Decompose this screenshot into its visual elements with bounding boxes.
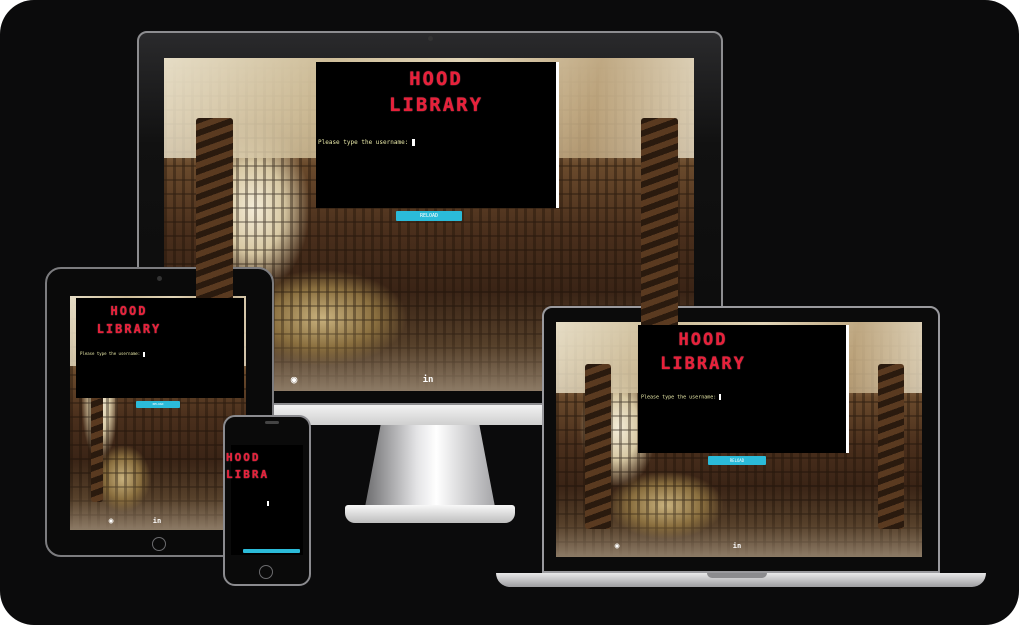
reload-button[interactable]	[243, 549, 300, 553]
phone-home-button	[259, 565, 273, 579]
logo-line-2: LIBRARY	[660, 353, 746, 374]
tablet-home-button	[152, 537, 166, 551]
logo-line-1: HOOD	[110, 304, 148, 318]
tablet-prompt[interactable]: Please type the username:	[80, 351, 145, 357]
mockup-stage: HOOD LIBRARY Please type the username: R…	[0, 0, 1019, 625]
linkedin-icon[interactable]: in	[152, 516, 162, 526]
text-cursor	[142, 351, 145, 357]
prompt-text: Please type the username:	[318, 139, 409, 146]
monitor-base	[345, 505, 515, 523]
phone-logo: HOOD LIBRARY	[226, 452, 268, 480]
logo-line-1: HOOD	[678, 330, 728, 350]
logo-line-1: HOOD	[409, 68, 463, 90]
desktop-logo: HOOD LIBRARY	[316, 68, 556, 116]
phone-prompt[interactable]	[229, 500, 269, 506]
text-cursor	[719, 394, 722, 400]
logo-line-2: LIBRARY	[226, 467, 268, 481]
prompt-text: Please type the username:	[641, 394, 717, 401]
text-cursor	[411, 139, 415, 146]
monitor-stand	[365, 425, 495, 507]
reload-button[interactable]: RELOAD	[708, 456, 766, 465]
tablet-logo: HOOD LIBRARY	[76, 305, 182, 335]
laptop-logo: HOOD LIBRARY	[638, 330, 768, 374]
reload-button[interactable]: RELOAD	[136, 401, 180, 408]
prompt-text: Please type the username:	[80, 351, 141, 356]
linkedin-icon[interactable]: in	[422, 374, 434, 386]
desktop-prompt[interactable]: Please type the username:	[318, 139, 415, 146]
logo-line-1: HOOD	[226, 452, 261, 464]
phone-speaker	[265, 421, 279, 424]
laptop-notch	[707, 573, 767, 578]
reload-button[interactable]: RELOAD	[396, 211, 462, 221]
github-icon[interactable]: ◉	[288, 374, 300, 386]
text-cursor	[267, 500, 269, 506]
monitor-camera	[428, 36, 433, 41]
logo-line-2: LIBRARY	[96, 321, 162, 336]
linkedin-icon[interactable]: in	[732, 541, 742, 551]
github-icon[interactable]: ◉	[612, 541, 622, 551]
laptop-prompt[interactable]: Please type the username:	[641, 394, 722, 401]
logo-line-2: LIBRARY	[388, 93, 484, 116]
tablet-camera	[157, 276, 162, 281]
github-icon[interactable]: ◉	[106, 516, 116, 526]
